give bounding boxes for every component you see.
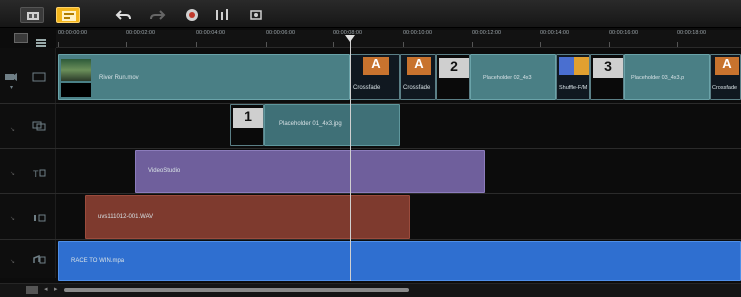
placeholder-number-badge: 2	[439, 58, 469, 78]
audio-mixer-icon	[216, 9, 228, 20]
crossfade-icon: A	[715, 57, 739, 75]
redo-icon	[150, 10, 166, 20]
ruler-mark	[677, 42, 678, 47]
crossfade-icon: A	[363, 57, 389, 75]
video-track-toggle[interactable]	[32, 72, 46, 82]
clip-label: Placeholder 03_4x3.p	[631, 75, 685, 81]
title-track-icon[interactable]: T	[32, 168, 46, 179]
track-divider	[0, 239, 741, 240]
playhead-line[interactable]	[350, 36, 351, 281]
track-lock-arrow[interactable]: ↘	[10, 258, 15, 265]
ruler-mark	[472, 42, 473, 47]
clip-label: uvs111012-001.WAV	[98, 214, 154, 220]
svg-text:T: T	[33, 169, 39, 178]
transition-label: Crossfade	[353, 85, 381, 91]
ruler-tick: 00:00:18:00	[677, 30, 707, 36]
clip-filmstrip-icon	[61, 83, 91, 97]
playhead-handle[interactable]	[345, 35, 355, 42]
timeline-icon	[62, 11, 76, 21]
track-lock-arrow[interactable]: ↘	[10, 126, 15, 133]
scroll-left-arrow[interactable]: ◂	[44, 285, 48, 293]
transition-crossfade-2[interactable]: A Crossfade	[400, 54, 436, 100]
placeholder-number-badge: 3	[593, 58, 623, 78]
voice-clip[interactable]: uvs111012-001.WAV	[85, 195, 410, 239]
shuffle-icon	[559, 57, 589, 75]
music-track-icon[interactable]	[32, 254, 46, 265]
video-clip-river-run[interactable]: River Run.mov	[58, 54, 350, 100]
ruler-mark	[403, 42, 404, 47]
timeline-view-button[interactable]	[56, 7, 80, 23]
ruler-tick: 00:00:16:00	[609, 30, 639, 36]
ruler-mark	[266, 42, 267, 47]
transition-shuffle[interactable]: Shuffle-F/M	[556, 54, 590, 100]
ruler-mark	[609, 42, 610, 47]
overlay-clip-placeholder-01[interactable]: Placeholder 01_4x3.jpg	[264, 104, 400, 146]
overlay-track-icon[interactable]	[32, 121, 46, 131]
record-capture-button[interactable]	[180, 7, 204, 23]
clip-thumbnail	[61, 59, 91, 81]
video-clip-placeholder-03[interactable]: Placeholder 03_4x3.p	[624, 54, 710, 100]
transition-label: Crossfade	[712, 85, 738, 91]
clip-label: Placeholder 01_4x3.jpg	[279, 121, 342, 127]
voice-track-icon[interactable]	[32, 213, 46, 223]
ruler-tick: 00:00:14:00	[540, 30, 570, 36]
transition-crossfade-3[interactable]: A Crossfade	[710, 54, 741, 100]
redo-button[interactable]	[145, 7, 169, 23]
ruler-mark	[196, 42, 197, 47]
clip-label: RACE TO WIN.mpa	[71, 258, 125, 264]
placeholder-01-thumb[interactable]: 1	[230, 104, 264, 146]
track-manager-icon	[36, 39, 46, 47]
music-clip[interactable]: RACE TO WIN.mpa	[58, 241, 741, 281]
transition-crossfade-1[interactable]: A Crossfade	[350, 54, 400, 100]
zoom-icon[interactable]	[26, 286, 38, 294]
clip-label: Placeholder 02_4x3	[483, 75, 532, 81]
scrollbar-thumb[interactable]	[64, 288, 409, 292]
ruler-mark	[333, 42, 334, 47]
placeholder-03-thumb[interactable]: 3	[590, 54, 624, 100]
audio-mixer-button[interactable]	[210, 7, 234, 23]
track-lock-arrow[interactable]: ↘	[10, 170, 15, 177]
ruler-tick: 00:00:12:00	[472, 30, 502, 36]
track-divider	[0, 148, 741, 149]
fit-project-button[interactable]	[14, 33, 28, 43]
ruler-tick: 00:00:00:00	[58, 30, 88, 36]
ruler-tick: 00:00:10:00	[403, 30, 433, 36]
ruler-mark	[540, 42, 541, 47]
track-header-panel	[0, 48, 56, 278]
motion-tracking-button[interactable]	[244, 7, 268, 23]
ruler-tick: 00:00:04:00	[196, 30, 226, 36]
scroll-right-arrow[interactable]: ▸	[54, 285, 58, 293]
video-track-icon[interactable]	[4, 72, 18, 82]
track-lock-arrow[interactable]: ↘	[10, 215, 15, 222]
storyboard-icon	[27, 12, 39, 20]
video-clip-placeholder-02[interactable]: Placeholder 02_4x3	[470, 54, 556, 100]
placeholder-number-badge: 1	[233, 108, 263, 128]
ruler-tick: 00:00:02:00	[126, 30, 156, 36]
transition-label: Shuffle-F/M	[559, 85, 588, 91]
title-clip-videostudio[interactable]: VideoStudio	[135, 150, 485, 193]
track-manager-button[interactable]	[34, 33, 48, 47]
motion-tracking-icon	[250, 10, 262, 20]
record-icon	[186, 9, 198, 21]
ruler-tick: 00:00:06:00	[266, 30, 296, 36]
clip-label: VideoStudio	[148, 168, 181, 174]
clip-label: River Run.mov	[99, 75, 139, 81]
undo-button[interactable]	[112, 7, 136, 23]
transition-label: Crossfade	[403, 85, 431, 91]
track-divider	[0, 193, 741, 194]
timeline-ruler[interactable]	[56, 30, 741, 48]
placeholder-02-thumb[interactable]: 2	[436, 54, 470, 100]
undo-icon	[115, 10, 131, 20]
timeline-toolbar	[0, 0, 741, 28]
crossfade-icon: A	[407, 57, 431, 75]
ripple-edit-toggle[interactable]: ▾	[10, 84, 13, 91]
ruler-mark	[58, 42, 59, 47]
ruler-mark	[126, 42, 127, 47]
storyboard-view-button[interactable]	[20, 7, 44, 23]
